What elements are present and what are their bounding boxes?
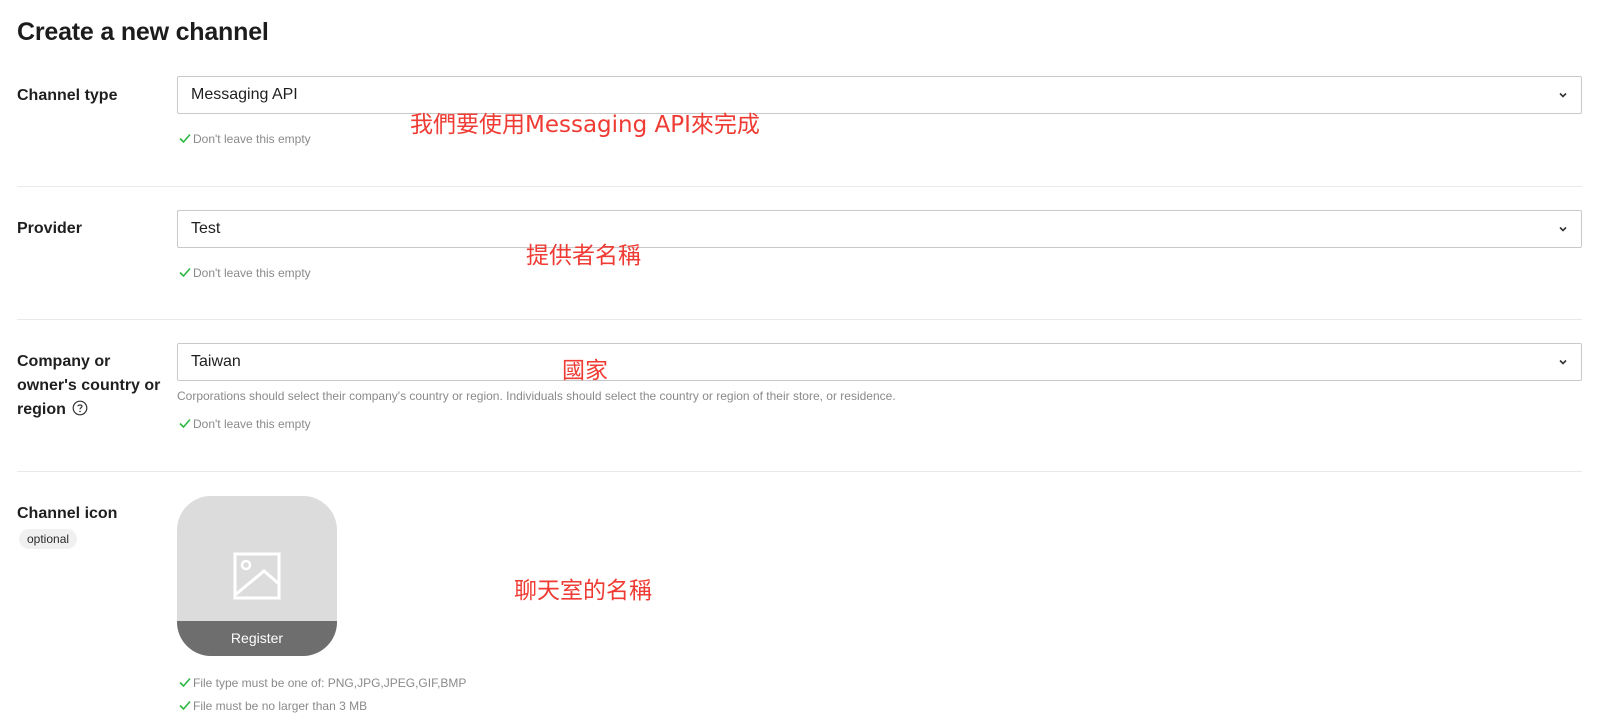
- validation-text: Don't leave this empty: [193, 417, 311, 431]
- country-validation: Don't leave this empty: [178, 416, 311, 432]
- country-label-line3-text: region: [17, 401, 66, 418]
- check-icon: [179, 700, 191, 711]
- provider-value: Test: [191, 220, 221, 237]
- country-label-line2: owner's country or: [17, 377, 161, 394]
- annotation-country: 國家: [562, 358, 608, 384]
- country-label-line3: region: [17, 398, 160, 422]
- file-type-rule: File type must be one of: PNG,JPG,JPEG,G…: [178, 675, 466, 691]
- validation-text: Don't leave this empty: [193, 266, 311, 280]
- annotation-channel-type: 我們要使用Messaging API來完成: [410, 112, 760, 138]
- channel-type-label: Channel type: [17, 87, 118, 104]
- divider: [17, 319, 1582, 320]
- check-icon: [179, 677, 191, 688]
- channel-type-validation: Don't leave this empty: [178, 131, 311, 147]
- annotation-provider: 提供者名稱: [526, 243, 641, 269]
- check-icon: [179, 267, 191, 278]
- annotation-channel-icon: 聊天室的名稱: [514, 578, 652, 604]
- channel-icon-upload[interactable]: Register: [177, 496, 337, 656]
- chevron-down-icon: [1559, 92, 1567, 98]
- country-label-line1: Company or: [17, 353, 111, 370]
- provider-validation: Don't leave this empty: [178, 265, 311, 281]
- chevron-down-icon: [1559, 359, 1567, 365]
- optional-badge: optional: [19, 529, 78, 549]
- validation-text: Don't leave this empty: [193, 132, 311, 146]
- channel-icon-label: Channel icon: [17, 505, 118, 522]
- provider-select[interactable]: Test: [177, 210, 1582, 248]
- image-placeholder-icon: [233, 552, 281, 600]
- country-label: Company or owner's country or region: [17, 350, 160, 422]
- file-size-rule: File must be no larger than 3 MB: [178, 698, 367, 714]
- country-value: Taiwan: [191, 353, 241, 370]
- channel-type-value: Messaging API: [191, 86, 298, 103]
- file-type-rule-text: File type must be one of: PNG,JPG,JPEG,G…: [193, 676, 467, 690]
- check-icon: [179, 418, 191, 429]
- channel-type-select[interactable]: Messaging API: [177, 76, 1582, 114]
- provider-label: Provider: [17, 220, 82, 237]
- divider: [17, 186, 1582, 187]
- file-size-rule-text: File must be no larger than 3 MB: [193, 699, 368, 713]
- country-select[interactable]: Taiwan: [177, 343, 1582, 381]
- register-button[interactable]: Register: [177, 621, 337, 656]
- page-title: Create a new channel: [17, 18, 269, 46]
- chevron-down-icon: [1559, 226, 1567, 232]
- check-icon: [179, 133, 191, 144]
- country-helper-text: Corporations should select their company…: [177, 389, 896, 403]
- divider: [17, 471, 1582, 472]
- question-circle-icon[interactable]: [72, 400, 88, 416]
